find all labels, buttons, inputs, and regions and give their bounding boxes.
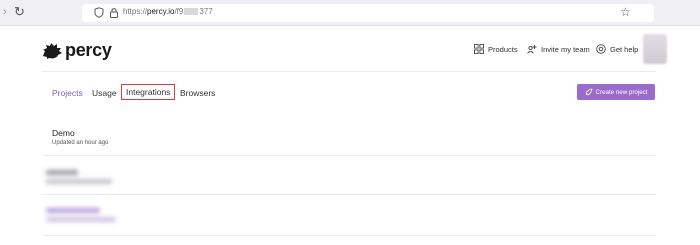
tab-integrations[interactable]: Integrations [121,84,176,100]
list-divider [42,235,656,236]
grid-icon [474,44,484,54]
project-item-demo[interactable]: Demo Updated an hour ago [52,128,108,146]
invite-people-icon [527,45,537,54]
header-divider [42,71,656,72]
hedgehog-logo-icon [43,42,62,59]
project-name: Demo [52,128,75,138]
help-label: Get help [610,44,639,54]
create-project-label: Create new project [595,88,648,96]
invite-team-link[interactable]: Invite my team [527,44,590,54]
reload-icon[interactable]: ↻ [14,4,25,20]
percy-logo[interactable]: percy [41,40,112,61]
brand-name: percy [65,40,112,60]
shield-icon [94,7,104,18]
lock-icon [110,8,118,18]
redacted-project-item[interactable] [46,170,112,188]
avatar[interactable] [643,34,667,64]
url-text: https://percy.io/f9 377 [123,7,213,16]
url-redaction [184,8,199,16]
help-link[interactable]: Get help [596,44,638,54]
products-menu[interactable]: Products [474,44,518,54]
rocket-icon [585,88,592,96]
project-updated: Updated an hour ago [52,140,109,146]
invite-label: Invite my team [541,44,590,54]
list-divider [42,155,656,156]
create-new-project-button[interactable]: Create new project [577,84,655,100]
tab-projects[interactable]: Projects [52,88,83,98]
browser-toolbar: › ↻ https://percy.io/f9 377 ☆ [0,0,700,26]
tab-browsers[interactable]: Browsers [180,88,215,98]
help-icon [596,44,606,54]
bookmark-star-icon[interactable]: ☆ [620,5,631,19]
products-label: Products [488,44,518,54]
tab-usage[interactable]: Usage [92,88,117,98]
address-bar[interactable]: https://percy.io/f9 377 ☆ [82,4,654,22]
redacted-project-item[interactable] [46,208,116,226]
forward-arrow-icon[interactable]: › [3,6,7,18]
list-divider [42,194,656,195]
